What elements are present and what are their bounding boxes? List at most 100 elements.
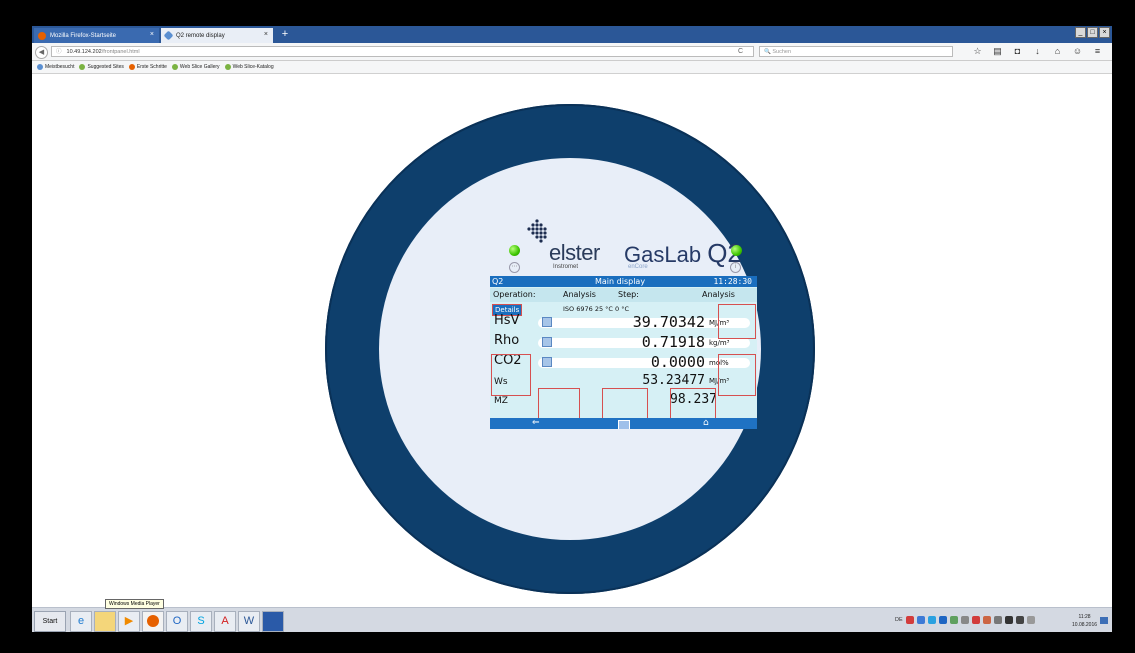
clock-date: 10.08.2016: [1072, 622, 1098, 628]
tooltip: Windows Media Player: [105, 599, 164, 609]
clock[interactable]: 11:28 10.08.2016: [1072, 613, 1097, 629]
app-icon[interactable]: [262, 611, 284, 632]
media-player-icon[interactable]: ▶: [118, 611, 140, 632]
bookmark-label: Web Slice-Katalog: [232, 64, 274, 70]
bookmark-label: Web Slice Gallery: [179, 64, 220, 70]
info-round-button[interactable]: i: [730, 262, 741, 273]
tray-icon[interactable]: [982, 616, 991, 624]
tray-icon[interactable]: [916, 616, 925, 624]
highlight-box: [670, 388, 716, 422]
step-label: Step:: [618, 290, 639, 299]
home-button[interactable]: ⌂: [703, 418, 709, 429]
panel-footer: ⇐ ⌂: [490, 418, 757, 429]
value-number: 0.0000: [650, 353, 705, 371]
tray-icon[interactable]: [949, 616, 958, 624]
highlight-box: [602, 388, 648, 422]
folder-icon: [37, 64, 43, 70]
url-path: /frontpanel.html: [101, 49, 140, 55]
page-icon: [163, 30, 174, 41]
tray-icon[interactable]: [971, 616, 980, 624]
nav-bar: ◀ ⓘ 10.49.124.202/frontpanel.html C 🔍 Suc…: [32, 43, 1112, 61]
tab-q2-remote[interactable]: Q2 remote display ×: [161, 28, 273, 43]
tray-icon[interactable]: [927, 616, 936, 624]
tray-icon[interactable]: [960, 616, 969, 624]
lcd-panel: Q2 Main display 11:28:30 Operation: Anal…: [490, 276, 757, 429]
chat-icon[interactable]: ☺: [1072, 46, 1083, 57]
menu-icon[interactable]: ≡: [1092, 46, 1103, 57]
acrobat-icon[interactable]: A: [214, 611, 236, 632]
search-input[interactable]: 🔍 Suchen: [759, 46, 953, 57]
back-button[interactable]: ◀: [35, 46, 48, 59]
skype-icon[interactable]: S: [190, 611, 212, 632]
start-button[interactable]: Start: [34, 611, 66, 632]
bookmark-web-slice-katalog[interactable]: Web Slice-Katalog: [224, 64, 274, 70]
minimize-button[interactable]: _: [1075, 27, 1086, 38]
status-led-right: [731, 245, 742, 256]
status-led-left: [509, 245, 520, 256]
elster-logo-icon: [527, 219, 547, 243]
back-arrow-button[interactable]: ⇐: [532, 418, 540, 429]
url-host: 10.49.124.202: [66, 49, 102, 55]
bookmark-erste-schritte[interactable]: Erste Schritte: [128, 64, 167, 70]
maximize-button[interactable]: □: [1087, 27, 1098, 38]
home-icon[interactable]: ⌂: [1052, 46, 1063, 57]
firefox-icon[interactable]: [142, 611, 164, 632]
pocket-icon[interactable]: ◘: [1012, 46, 1023, 57]
firefox-icon: [128, 64, 135, 70]
network-icon[interactable]: [993, 616, 1002, 624]
word-icon[interactable]: W: [238, 611, 260, 632]
tab-firefox-start[interactable]: Mozilla Firefox-Startseite ×: [34, 28, 159, 43]
reading-list-icon[interactable]: ▤: [992, 46, 1003, 57]
outlook-icon[interactable]: O: [166, 611, 188, 632]
explorer-icon[interactable]: [94, 611, 116, 632]
url-bar[interactable]: ⓘ 10.49.124.202/frontpanel.html: [51, 46, 754, 57]
device-bezel: elster Instromet GasLab Q2 enCore ⋯ i Q2…: [325, 104, 815, 594]
ie-icon[interactable]: e: [70, 611, 92, 632]
value-number: 39.70342: [632, 313, 705, 331]
tray-icon[interactable]: [905, 616, 914, 624]
value-unit: kg/m³: [709, 339, 730, 347]
tray-icon[interactable]: [1015, 616, 1024, 624]
info-icon[interactable]: ⓘ: [56, 49, 62, 55]
web-slice-icon: [171, 64, 178, 70]
toolbar-icons: ☆ ▤ ◘ ↓ ⌂ ☺ ≡: [972, 46, 1112, 57]
download-icon[interactable]: ↓: [1032, 46, 1043, 57]
show-desktop-button[interactable]: [1100, 617, 1108, 624]
web-slice-icon: [224, 64, 231, 70]
tray-icon[interactable]: [1004, 616, 1013, 624]
close-tab-icon[interactable]: ×: [150, 31, 154, 38]
bookmark-meistbesucht[interactable]: Meistbesucht: [37, 64, 74, 70]
reload-button[interactable]: C: [738, 46, 743, 57]
highlight-box: [718, 354, 756, 396]
value-number: 53.23477: [642, 373, 705, 388]
bookmark-suggested-sites[interactable]: Suggested Sites: [79, 64, 124, 70]
value-name: Rho: [494, 333, 520, 348]
value-name: HsV: [494, 313, 520, 328]
tab-label: Q2 remote display: [176, 32, 225, 39]
panel-time: 11:28:30: [713, 277, 752, 286]
standard-text: ISO 6976 25 °C 0 °C: [563, 305, 630, 313]
volume-icon[interactable]: [1026, 616, 1035, 624]
bookmark-label: Meistbesucht: [45, 64, 75, 70]
bookmark-web-slice-gallery[interactable]: Web Slice Gallery: [171, 64, 220, 70]
new-tab-button[interactable]: +: [278, 28, 292, 41]
brand-sub: Instromet: [553, 264, 579, 270]
product-sub: enCore: [628, 264, 648, 270]
menu-round-button[interactable]: ⋯: [509, 262, 520, 273]
panel-title: Main display: [595, 277, 646, 286]
value-row-hsv[interactable]: HsV 39.70342 MJ/m³: [490, 313, 757, 333]
trend-icon: [542, 357, 552, 367]
window-controls: _ □ ×: [1074, 27, 1110, 38]
status-line: Operation: Analysis Step: Analysis: [490, 288, 757, 302]
language-indicator[interactable]: DE: [895, 617, 903, 623]
panel-header: Q2 Main display 11:28:30: [490, 276, 757, 287]
tray-icon[interactable]: [938, 616, 947, 624]
star-icon[interactable]: ☆: [972, 46, 983, 57]
close-tab-icon[interactable]: ×: [264, 31, 268, 38]
bookmark-label: Erste Schritte: [136, 64, 167, 70]
firefox-icon: [38, 31, 46, 40]
value-row-rho[interactable]: Rho 0.71918 kg/m³: [490, 333, 757, 353]
highlight-box: [538, 388, 580, 422]
display-icon[interactable]: [618, 420, 630, 429]
close-window-button[interactable]: ×: [1099, 27, 1110, 38]
